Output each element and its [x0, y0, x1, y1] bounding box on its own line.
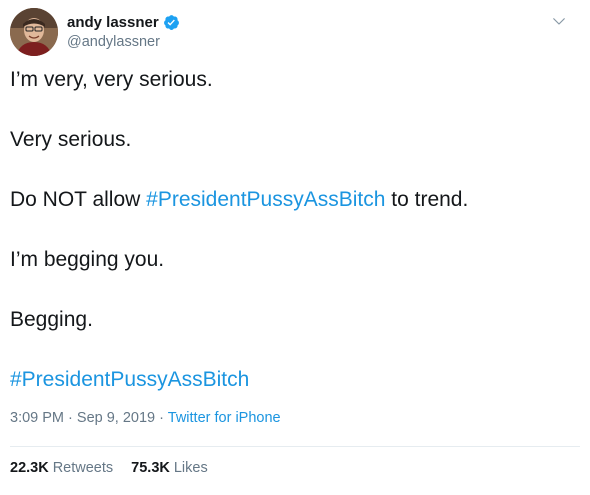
tweet-source-link[interactable]: Twitter for iPhone: [168, 410, 281, 426]
tweet-line-text: Begging.: [10, 308, 93, 331]
likes-label: Likes: [173, 460, 208, 476]
chevron-down-icon[interactable]: [550, 12, 568, 30]
tweet-line-text: Very serious.: [10, 128, 132, 151]
tweet-line: Do NOT allow #PresidentPussyAssBitch to …: [10, 186, 580, 214]
tweet-line-text: Do NOT allow: [10, 188, 147, 211]
tweet-time[interactable]: 3:09 PM: [10, 410, 64, 426]
name-row: andy lassner: [67, 12, 180, 32]
tweet-date[interactable]: Sep 9, 2019: [77, 410, 155, 426]
tweet-line: #PresidentPussyAssBitch: [10, 366, 580, 394]
tweet-line: Begging.: [10, 306, 580, 334]
tweet-line-text: I’m very, very serious.: [10, 68, 213, 91]
user-names: andy lassner @andylassner: [67, 12, 180, 50]
avatar-image: [10, 8, 58, 56]
likes-count: 75.3K: [131, 460, 170, 476]
tweet-line: I’m begging you.: [10, 246, 580, 274]
retweets-stat[interactable]: 22.3K Retweets: [10, 460, 113, 476]
user-handle[interactable]: @andylassner: [67, 34, 180, 50]
display-name[interactable]: andy lassner: [67, 14, 159, 31]
tweet-card: andy lassner @andylassner I’m very, very…: [0, 0, 590, 495]
meta-separator: ·: [159, 410, 164, 426]
likes-stat[interactable]: 75.3K Likes: [131, 460, 208, 476]
meta-separator: ·: [68, 410, 73, 426]
tweet-text: I’m very, very serious. Very serious. Do…: [10, 66, 580, 426]
tweet-line: I’m very, very serious.: [10, 66, 580, 94]
hashtag-link[interactable]: #PresidentPussyAssBitch: [10, 368, 249, 391]
tweet-line: Very serious.: [10, 126, 580, 154]
retweets-count: 22.3K: [10, 460, 49, 476]
tweet-line-text: I’m begging you.: [10, 248, 165, 271]
verified-badge-icon: [163, 14, 179, 30]
avatar[interactable]: [10, 8, 58, 56]
tweet-line-text: to trend.: [385, 188, 469, 211]
tweet-header: andy lassner @andylassner: [10, 8, 580, 58]
hashtag-link[interactable]: #PresidentPussyAssBitch: [146, 188, 385, 211]
tweet-meta: 3:09 PM · Sep 9, 2019 · Twitter for iPho…: [10, 410, 281, 426]
divider: [10, 446, 580, 447]
tweet-stats: 22.3K Retweets 75.3K Likes: [10, 460, 208, 476]
retweets-label: Retweets: [52, 460, 114, 476]
